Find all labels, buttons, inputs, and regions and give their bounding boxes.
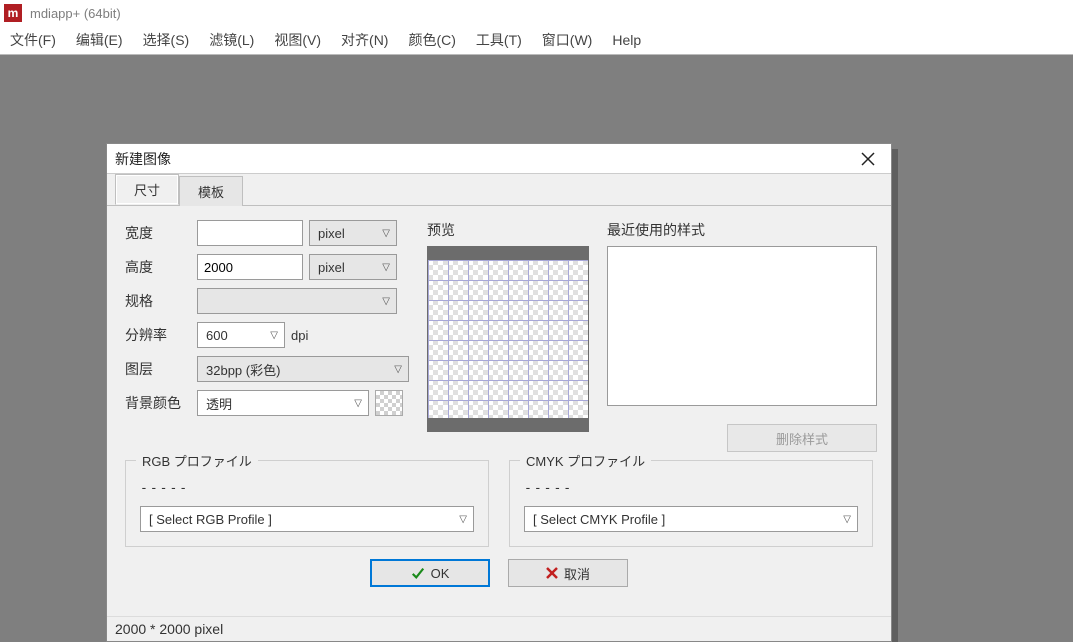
menu-align[interactable]: 对齐(N) (341, 30, 388, 50)
dialog-body: 宽度 pixel ▽ 高度 pixel ▽ 规格 (107, 206, 891, 616)
cancel-label: 取消 (564, 564, 590, 583)
delete-style-button[interactable]: 删除样式 (727, 424, 877, 452)
bg-label: 背景颜色 (125, 393, 197, 413)
app-title: mdiapp+ (64bit) (30, 6, 121, 21)
cmyk-profile-group: CMYK プロファイル ----- [ Select CMYK Profile … (509, 460, 873, 547)
height-unit-combo[interactable]: pixel ▽ (309, 254, 397, 280)
cmyk-profile-dash: ----- (524, 481, 858, 496)
width-input[interactable] (197, 220, 303, 246)
recent-list[interactable] (607, 246, 877, 406)
preview-label: 预览 (427, 220, 589, 240)
menu-edit[interactable]: 编辑(E) (76, 30, 123, 50)
recent-column: 最近使用的样式 删除样式 (607, 220, 877, 452)
layer-value: 32bpp (彩色) (206, 360, 280, 379)
ok-button[interactable]: OK (370, 559, 490, 587)
dpi-label: 分辨率 (125, 325, 197, 345)
height-input[interactable] (197, 254, 303, 280)
cancel-button[interactable]: 取消 (508, 559, 628, 587)
menu-help[interactable]: Help (612, 32, 641, 48)
cmyk-profile-combo[interactable]: [ Select CMYK Profile ] ▽ (524, 506, 858, 532)
dpi-combo[interactable]: 600 ▽ (197, 322, 285, 348)
footer-buttons: OK 取消 (125, 559, 873, 587)
check-icon (411, 566, 425, 580)
preview-column: 预览 (427, 220, 589, 452)
chevron-down-icon: ▽ (270, 330, 278, 341)
menu-window[interactable]: 窗口(W) (542, 30, 593, 50)
bg-combo[interactable]: 透明 ▽ (197, 390, 369, 416)
dpi-unit: dpi (291, 328, 308, 343)
tab-size[interactable]: 尺寸 (115, 174, 179, 205)
cmyk-profile-title: CMYK プロファイル (520, 451, 651, 470)
chevron-down-icon: ▽ (843, 514, 851, 525)
chevron-down-icon: ▽ (394, 364, 402, 375)
bg-swatch[interactable] (375, 390, 403, 416)
height-unit-value: pixel (318, 260, 345, 275)
dialog-titlebar[interactable]: 新建图像 (107, 144, 891, 174)
titlebar: m mdiapp+ (64bit) (0, 0, 1073, 26)
cmyk-profile-value: [ Select CMYK Profile ] (533, 512, 665, 527)
tabstrip: 尺寸 模板 (107, 174, 891, 206)
preview-grid (428, 260, 588, 418)
spec-combo[interactable]: ▽ (197, 288, 397, 314)
rgb-profile-dash: ----- (140, 481, 474, 496)
chevron-down-icon: ▽ (382, 296, 390, 307)
width-unit-value: pixel (318, 226, 345, 241)
menu-file[interactable]: 文件(F) (10, 30, 56, 50)
tab-template[interactable]: 模板 (179, 176, 243, 206)
dpi-value: 600 (206, 328, 228, 343)
form-column: 宽度 pixel ▽ 高度 pixel ▽ 规格 (125, 220, 409, 452)
recent-label: 最近使用的样式 (607, 220, 877, 240)
chevron-down-icon: ▽ (354, 398, 362, 409)
preview-box (427, 246, 589, 432)
spec-label: 规格 (125, 291, 197, 311)
rgb-profile-group: RGB プロファイル ----- [ Select RGB Profile ] … (125, 460, 489, 547)
app-icon: m (4, 4, 22, 22)
chevron-down-icon: ▽ (459, 514, 467, 525)
rgb-profile-combo[interactable]: [ Select RGB Profile ] ▽ (140, 506, 474, 532)
chevron-down-icon: ▽ (382, 262, 390, 273)
width-label: 宽度 (125, 223, 197, 243)
rgb-profile-title: RGB プロファイル (136, 451, 258, 470)
layer-label: 图层 (125, 359, 197, 379)
new-image-dialog: 新建图像 尺寸 模板 宽度 pixel ▽ 高度 (106, 143, 892, 642)
x-icon (546, 567, 558, 579)
dialog-title: 新建图像 (115, 149, 171, 169)
menu-select[interactable]: 选择(S) (143, 30, 190, 50)
menu-tools[interactable]: 工具(T) (476, 30, 522, 50)
close-icon[interactable] (853, 147, 883, 171)
menu-view[interactable]: 视图(V) (274, 30, 321, 50)
dialog-status: 2000 * 2000 pixel (107, 616, 891, 641)
ok-label: OK (431, 566, 450, 581)
chevron-down-icon: ▽ (382, 228, 390, 239)
bg-value: 透明 (206, 394, 232, 413)
rgb-profile-value: [ Select RGB Profile ] (149, 512, 272, 527)
width-unit-combo[interactable]: pixel ▽ (309, 220, 397, 246)
menubar: 文件(F) 编辑(E) 选择(S) 滤镜(L) 视图(V) 对齐(N) 颜色(C… (0, 26, 1073, 54)
menu-filter[interactable]: 滤镜(L) (209, 30, 254, 50)
layer-combo[interactable]: 32bpp (彩色) ▽ (197, 356, 409, 382)
menu-color[interactable]: 颜色(C) (408, 30, 455, 50)
height-label: 高度 (125, 257, 197, 277)
